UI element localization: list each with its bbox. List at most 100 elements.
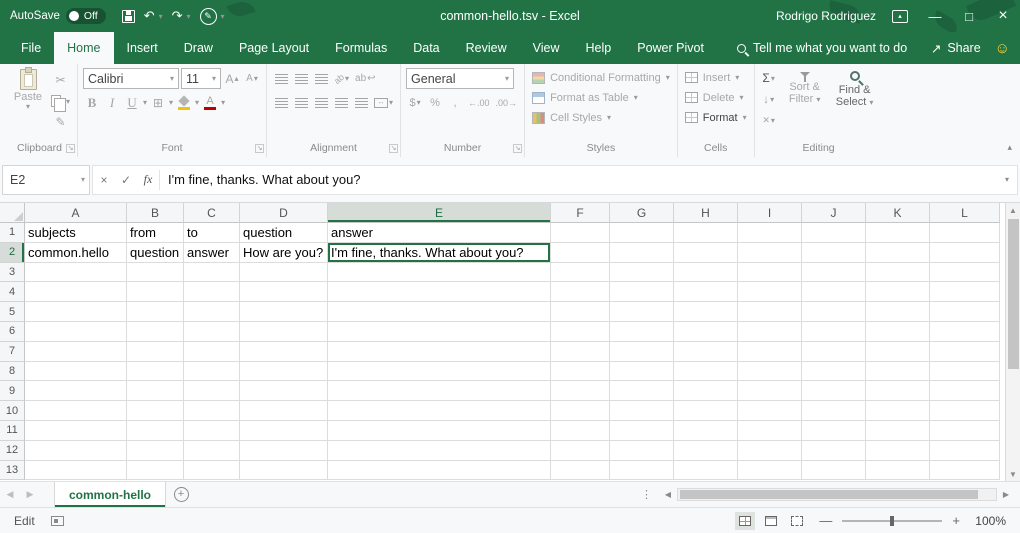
decrease-indent-button[interactable]	[332, 93, 350, 113]
cell-J1[interactable]	[802, 223, 866, 243]
autosave-toggle[interactable]: AutoSave Off	[10, 8, 106, 24]
cell-B4[interactable]	[127, 282, 184, 302]
dialog-launcher-icon[interactable]: ↘	[513, 144, 522, 153]
previous-sheet-icon[interactable]: ◀	[0, 482, 20, 507]
tab-insert[interactable]: Insert	[114, 32, 171, 64]
cell-H2[interactable]	[674, 243, 738, 263]
cell-I7[interactable]	[738, 342, 802, 362]
column-header-B[interactable]: B	[127, 203, 184, 223]
cell-B5[interactable]	[127, 302, 184, 322]
cell-A4[interactable]	[25, 282, 127, 302]
cell-C7[interactable]	[184, 342, 240, 362]
cell-C4[interactable]	[184, 282, 240, 302]
page-layout-view-button[interactable]	[761, 512, 781, 530]
cell-A13[interactable]	[25, 461, 127, 481]
cell-J9[interactable]	[802, 381, 866, 401]
row-header-9[interactable]: 9	[0, 381, 25, 401]
cell-D4[interactable]	[240, 282, 328, 302]
cell-G3[interactable]	[610, 263, 674, 283]
collapse-ribbon-icon[interactable]: ▴	[1007, 142, 1012, 153]
tab-view[interactable]: View	[520, 32, 573, 64]
delete-cells-button[interactable]: Delete ▾	[683, 88, 749, 107]
cell-I4[interactable]	[738, 282, 802, 302]
format-as-table-button[interactable]: Format as Table ▾	[530, 88, 672, 107]
cell-J2[interactable]	[802, 243, 866, 263]
insert-function-button[interactable]: fx	[137, 172, 159, 187]
row-header-10[interactable]: 10	[0, 401, 25, 421]
cell-J6[interactable]	[802, 322, 866, 342]
row-header-6[interactable]: 6	[0, 322, 25, 342]
cell-K2[interactable]	[866, 243, 930, 263]
scroll-down-icon[interactable]: ▼	[1009, 467, 1017, 481]
cell-E1[interactable]: answer	[328, 223, 551, 243]
cell-E12[interactable]	[328, 441, 551, 461]
cell-J12[interactable]	[802, 441, 866, 461]
insert-cells-button[interactable]: Insert ▾	[683, 68, 749, 87]
row-header-3[interactable]: 3	[0, 263, 25, 283]
autosum-button[interactable]: Σ▾	[760, 68, 778, 88]
cell-I6[interactable]	[738, 322, 802, 342]
cell-B11[interactable]	[127, 421, 184, 441]
cell-H3[interactable]	[674, 263, 738, 283]
cell-G6[interactable]	[610, 322, 674, 342]
cell-A10[interactable]	[25, 401, 127, 421]
cell-C1[interactable]: to	[184, 223, 240, 243]
cell-D8[interactable]	[240, 362, 328, 382]
row-header-2[interactable]: 2	[0, 243, 25, 263]
cell-F1[interactable]	[551, 223, 610, 243]
cell-B9[interactable]	[127, 381, 184, 401]
cell-B12[interactable]	[127, 441, 184, 461]
tell-me-box[interactable]: Tell me what you want to do	[737, 32, 907, 64]
cell-E2[interactable]: I'm fine, thanks. What about you?	[328, 243, 551, 263]
cell-H9[interactable]	[674, 381, 738, 401]
cell-L10[interactable]	[930, 401, 1000, 421]
vertical-scroll-thumb[interactable]	[1008, 219, 1019, 369]
cell-G10[interactable]	[610, 401, 674, 421]
copy-button[interactable]: ▾	[49, 91, 72, 111]
orientation-button[interactable]: ab▾	[332, 69, 351, 89]
fill-color-dropdown-icon[interactable]: ▾	[195, 98, 199, 107]
borders-dropdown-icon[interactable]: ▾	[169, 98, 173, 107]
cell-D10[interactable]	[240, 401, 328, 421]
column-header-I[interactable]: I	[738, 203, 802, 223]
cell-F10[interactable]	[551, 401, 610, 421]
cell-C3[interactable]	[184, 263, 240, 283]
cell-G5[interactable]	[610, 302, 674, 322]
column-header-G[interactable]: G	[610, 203, 674, 223]
feedback-smiley-icon[interactable]: ☺	[995, 32, 1010, 64]
cell-B7[interactable]	[127, 342, 184, 362]
tab-power-pivot[interactable]: Power Pivot	[624, 32, 717, 64]
cell-K10[interactable]	[866, 401, 930, 421]
tab-page-layout[interactable]: Page Layout	[226, 32, 322, 64]
cell-D2[interactable]: How are you?	[240, 243, 328, 263]
increase-font-button[interactable]: A▴	[223, 69, 241, 89]
cell-F4[interactable]	[551, 282, 610, 302]
font-name-combo[interactable]: Calibri ▾	[83, 68, 179, 89]
cell-K6[interactable]	[866, 322, 930, 342]
cell-J13[interactable]	[802, 461, 866, 481]
cell-E9[interactable]	[328, 381, 551, 401]
cell-H1[interactable]	[674, 223, 738, 243]
merge-center-button[interactable]: ↔▾	[372, 93, 395, 113]
cell-I5[interactable]	[738, 302, 802, 322]
cell-B1[interactable]: from	[127, 223, 184, 243]
find-select-button[interactable]: Find & Select ▾	[832, 67, 878, 141]
cell-F13[interactable]	[551, 461, 610, 481]
tab-file[interactable]: File	[8, 32, 54, 64]
font-color-button[interactable]: A	[201, 93, 219, 113]
zoom-slider[interactable]	[842, 520, 942, 522]
cell-E10[interactable]	[328, 401, 551, 421]
cell-I10[interactable]	[738, 401, 802, 421]
cell-D13[interactable]	[240, 461, 328, 481]
cell-F3[interactable]	[551, 263, 610, 283]
cell-D5[interactable]	[240, 302, 328, 322]
cell-E6[interactable]	[328, 322, 551, 342]
cell-F2[interactable]	[551, 243, 610, 263]
cell-K9[interactable]	[866, 381, 930, 401]
cell-I11[interactable]	[738, 421, 802, 441]
percent-format-button[interactable]: %	[426, 93, 444, 113]
sort-filter-button[interactable]: Sort & Filter ▾	[782, 67, 828, 141]
undo-button[interactable]: ↶	[144, 8, 155, 24]
cell-I8[interactable]	[738, 362, 802, 382]
cell-B8[interactable]	[127, 362, 184, 382]
